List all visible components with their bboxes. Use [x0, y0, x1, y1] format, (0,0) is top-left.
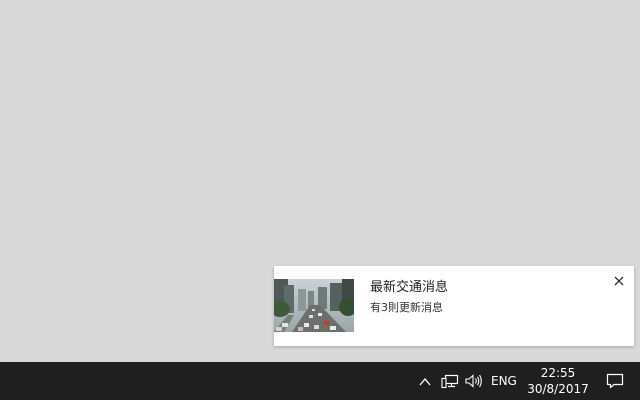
clock-time: 22:55 — [540, 366, 576, 380]
clock-date: 30/8/2017 — [527, 382, 589, 396]
action-center-icon[interactable] — [605, 372, 625, 390]
language-indicator[interactable]: ENG — [491, 374, 517, 388]
toast-notification[interactable]: 最新交通消息 有3則更新消息 — [274, 266, 634, 346]
notification-body: 有3則更新消息 — [370, 301, 443, 314]
taskbar-clock[interactable]: 22:55 30/8/2017 — [524, 365, 592, 397]
chevron-up-icon[interactable] — [418, 374, 432, 388]
taskbar: ENG 22:55 30/8/2017 — [0, 362, 640, 400]
volume-icon[interactable] — [464, 373, 484, 389]
close-icon[interactable] — [612, 273, 626, 287]
notification-thumbnail — [274, 279, 354, 332]
network-icon[interactable] — [441, 373, 459, 389]
notification-title: 最新交通消息 — [370, 280, 449, 295]
